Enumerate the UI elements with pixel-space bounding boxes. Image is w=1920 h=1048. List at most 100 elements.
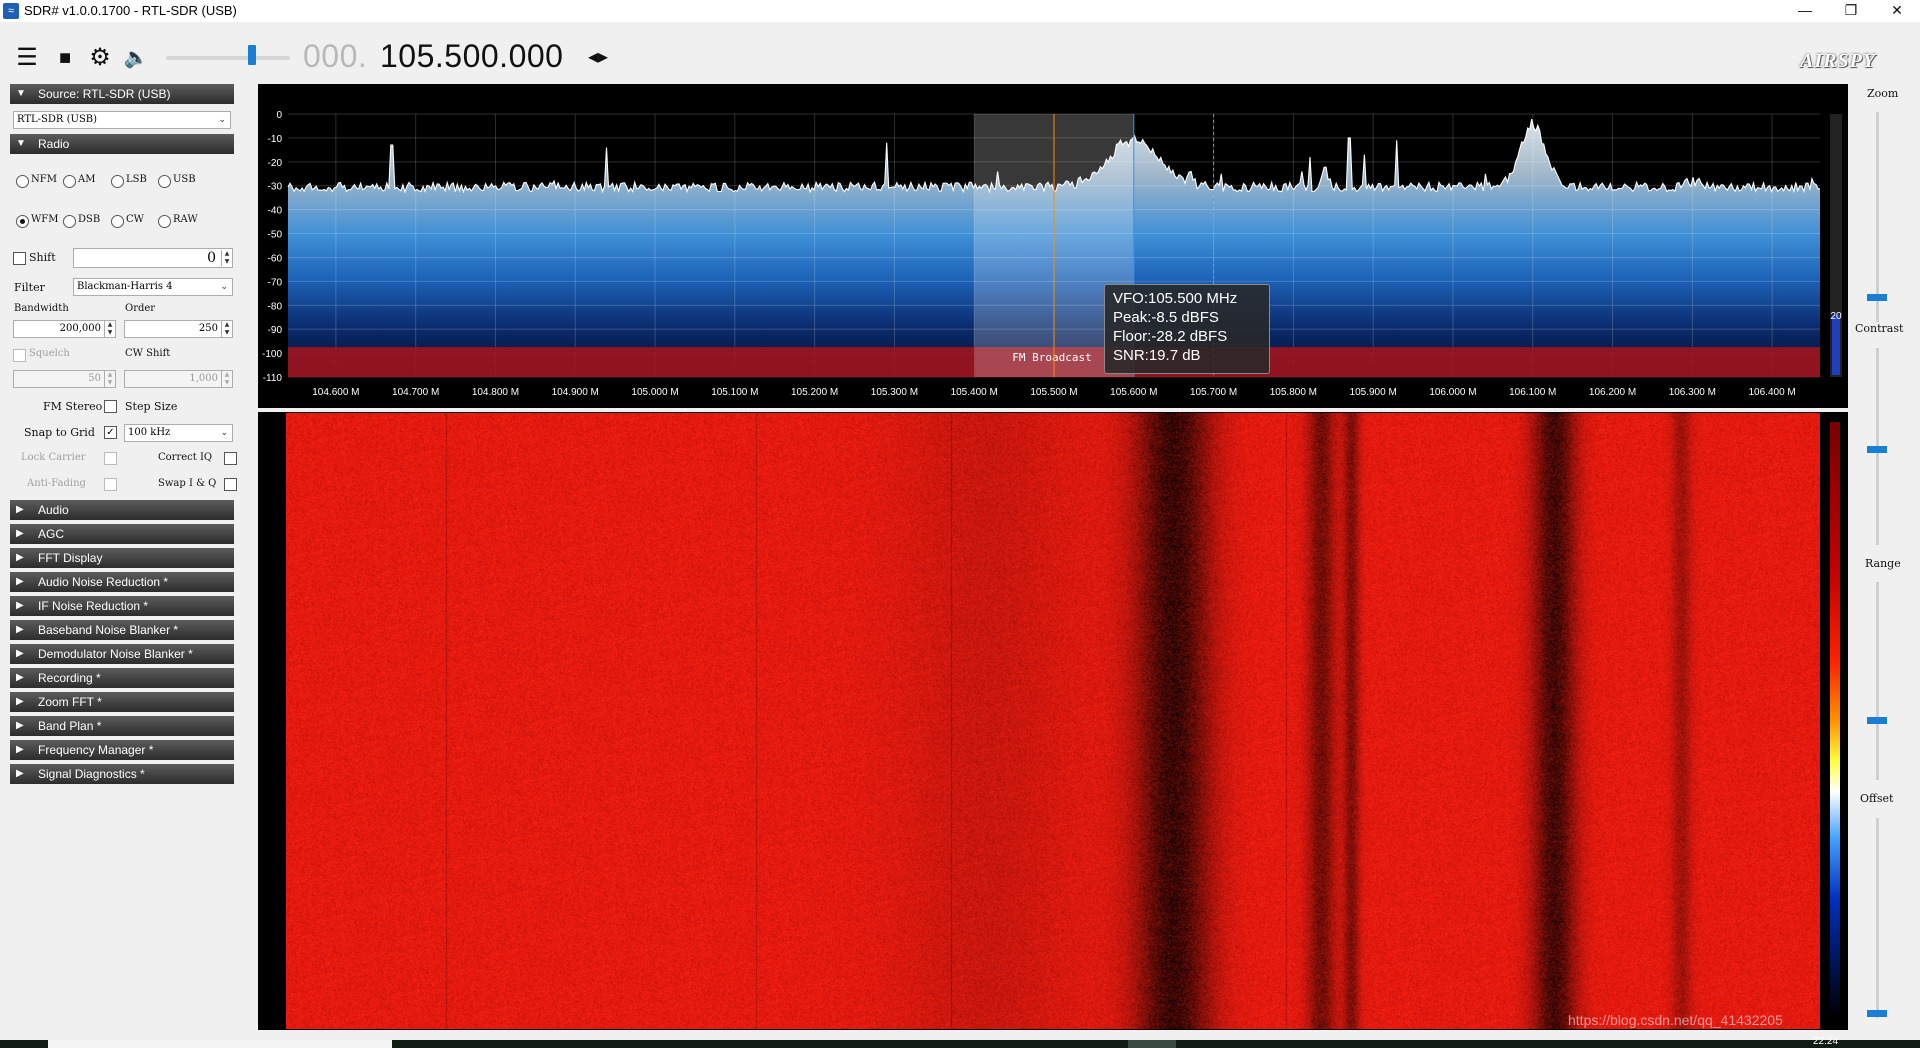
- spectrum-svg[interactable]: 0 -10 -20 -30 -40 -50 -60 -70 -80 -90 -100 -110 104.…: [258, 84, 1848, 408]
- x-tick-label: 104.600 M: [312, 387, 359, 398]
- section-header-frequency-manager[interactable]: ▶ Frequency Manager *: [10, 740, 234, 760]
- close-icon[interactable]: ✕: [1874, 0, 1920, 22]
- lock-carrier-checkbox[interactable]: [104, 452, 117, 465]
- menu-icon[interactable]: ☰: [12, 45, 42, 71]
- waterfall-canvas[interactable]: [286, 413, 1820, 1029]
- bandwidth-spinner[interactable]: ▲ ▼: [104, 321, 115, 337]
- volume-slider[interactable]: [166, 56, 290, 60]
- cw-shift-spinner[interactable]: ▲ ▼: [221, 371, 232, 387]
- squelch-checkbox[interactable]: [13, 349, 26, 362]
- x-tick-label: 106.100 M: [1509, 387, 1556, 398]
- radio-section-header[interactable]: ▼ Radio: [10, 134, 234, 154]
- waterfall-display[interactable]: https://blog.csdn.net/qq_41432205: [258, 412, 1848, 1030]
- squelch-spinner[interactable]: ▲ ▼: [104, 371, 115, 387]
- volume-slider-thumb[interactable]: [248, 45, 256, 65]
- y-tick-label: -110: [263, 373, 283, 384]
- mode-radio-nfm[interactable]: [16, 175, 29, 188]
- chevron-down-icon: ▼: [16, 138, 26, 149]
- filter-select[interactable]: Blackman-Harris 4 ⌄: [73, 278, 233, 296]
- y-tick-label: -70: [268, 277, 283, 288]
- section-header-zoom-fft[interactable]: ▶ Zoom FFT *: [10, 692, 234, 712]
- chevron-right-icon: ▶: [16, 624, 24, 635]
- section-header-band-plan[interactable]: ▶ Band Plan *: [10, 716, 234, 736]
- anti-fading-checkbox[interactable]: [104, 478, 117, 491]
- chevron-right-icon: ▶: [16, 552, 24, 563]
- range-label: Range: [1865, 557, 1901, 570]
- frequency-prefix[interactable]: 000.: [303, 38, 367, 75]
- offset-label: Offset: [1860, 792, 1894, 805]
- correct-iq-checkbox[interactable]: [224, 452, 237, 465]
- x-tick-label: 106.300 M: [1669, 387, 1716, 398]
- chevron-right-icon: ▶: [16, 504, 24, 515]
- mode-radio-lsb[interactable]: [111, 175, 124, 188]
- mode-radio-raw[interactable]: [158, 215, 171, 228]
- section-header-label: Frequency Manager *: [38, 743, 154, 757]
- offset-slider-thumb[interactable]: [1867, 1010, 1887, 1017]
- tooltip-snr: SNR:19.7 dB: [1113, 347, 1201, 364]
- mode-radio-cw[interactable]: [111, 215, 124, 228]
- source-section-header[interactable]: ▼ Source: RTL-SDR (USB): [10, 84, 234, 104]
- range-slider[interactable]: [1876, 582, 1879, 780]
- mode-radio-usb[interactable]: [158, 175, 171, 188]
- filter-label: Filter: [14, 281, 45, 294]
- order-spinner[interactable]: ▲ ▼: [221, 321, 232, 337]
- x-tick-label: 104.900 M: [552, 387, 599, 398]
- gear-icon[interactable]: ⚙: [85, 45, 115, 71]
- tune-arrows-icon[interactable]: ◂▸: [588, 44, 608, 69]
- fm-stereo-checkbox[interactable]: [104, 400, 117, 413]
- bandwidth-input[interactable]: 200,000 ▲ ▼: [13, 320, 116, 338]
- contrast-slider-thumb[interactable]: [1867, 445, 1887, 453]
- mode-radio-wfm[interactable]: [16, 215, 29, 228]
- minimize-icon[interactable]: —: [1782, 0, 1828, 22]
- section-header-label: Audio: [38, 503, 69, 517]
- x-tick-label: 105.100 M: [711, 387, 758, 398]
- x-tick-label: 105.400 M: [951, 387, 998, 398]
- section-header-label: Zoom FFT *: [38, 695, 102, 709]
- tooltip-vfo: VFO:105.500 MHz: [1113, 290, 1238, 307]
- section-header-demodulator-noise-blanker[interactable]: ▶ Demodulator Noise Blanker *: [10, 644, 234, 664]
- order-input[interactable]: 250 ▲ ▼: [124, 320, 233, 338]
- section-header-agc[interactable]: ▶ AGC: [10, 524, 234, 544]
- source-device-select[interactable]: RTL-SDR (USB) ⌄: [13, 111, 231, 129]
- y-tick-label: -80: [268, 301, 283, 312]
- y-tick-label: 0: [276, 110, 282, 121]
- zoom-slider[interactable]: [1876, 112, 1879, 322]
- step-size-select[interactable]: 100 kHz ⌄: [124, 424, 233, 442]
- squelch-input[interactable]: 50 ▲ ▼: [13, 370, 116, 388]
- y-tick-label: -50: [268, 230, 283, 241]
- frequency-display[interactable]: 105.500.000: [380, 38, 563, 75]
- x-tick-label: 106.200 M: [1589, 387, 1636, 398]
- mode-radio-dsb[interactable]: [63, 215, 76, 228]
- cw-shift-label: CW Shift: [125, 348, 171, 359]
- section-header-audio-noise-reduction[interactable]: ▶ Audio Noise Reduction *: [10, 572, 234, 592]
- offset-slider[interactable]: [1876, 818, 1879, 1018]
- x-tick-label: 105.200 M: [791, 387, 838, 398]
- chevron-down-icon: ⌄: [220, 428, 228, 438]
- shift-checkbox[interactable]: [13, 252, 26, 265]
- restore-icon[interactable]: ❐: [1828, 0, 1874, 22]
- order-label: Order: [125, 303, 156, 314]
- section-header-audio[interactable]: ▶ Audio: [10, 500, 234, 520]
- mode-label-nfm: NFM: [31, 174, 57, 185]
- speaker-icon[interactable]: 🔈: [121, 45, 151, 71]
- shift-spinner[interactable]: ▲ ▼: [221, 250, 232, 266]
- section-header-label: AGC: [38, 527, 65, 541]
- chevron-right-icon: ▶: [16, 696, 24, 707]
- spectrum-display[interactable]: 0 -10 -20 -30 -40 -50 -60 -70 -80 -90 -100 -110 104.…: [258, 84, 1848, 408]
- mode-radio-am[interactable]: [63, 175, 76, 188]
- section-header-baseband-noise-blanker[interactable]: ▶ Baseband Noise Blanker *: [10, 620, 234, 640]
- cw-shift-input[interactable]: 1,000 ▲ ▼: [124, 370, 233, 388]
- zoom-slider-thumb[interactable]: [1867, 294, 1887, 301]
- section-header-label: FFT Display: [38, 551, 103, 565]
- swap-iq-checkbox[interactable]: [224, 478, 237, 491]
- stop-icon[interactable]: ■: [50, 45, 80, 71]
- section-header-signal-diagnostics[interactable]: ▶ Signal Diagnostics *: [10, 764, 234, 784]
- spectrum-tooltip: VFO:105.500 MHz Peak:-8.5 dBFS Floor:-28…: [1104, 284, 1270, 374]
- section-header-if-noise-reduction[interactable]: ▶ IF Noise Reduction *: [10, 596, 234, 616]
- snap-to-grid-checkbox[interactable]: ✓: [104, 426, 117, 439]
- section-header-recording[interactable]: ▶ Recording *: [10, 668, 234, 688]
- section-header-label: Signal Diagnostics *: [38, 767, 145, 781]
- range-slider-thumb[interactable]: [1867, 716, 1887, 724]
- section-header-fft-display[interactable]: ▶ FFT Display: [10, 548, 234, 568]
- shift-input[interactable]: 0 ▲ ▼: [73, 248, 233, 268]
